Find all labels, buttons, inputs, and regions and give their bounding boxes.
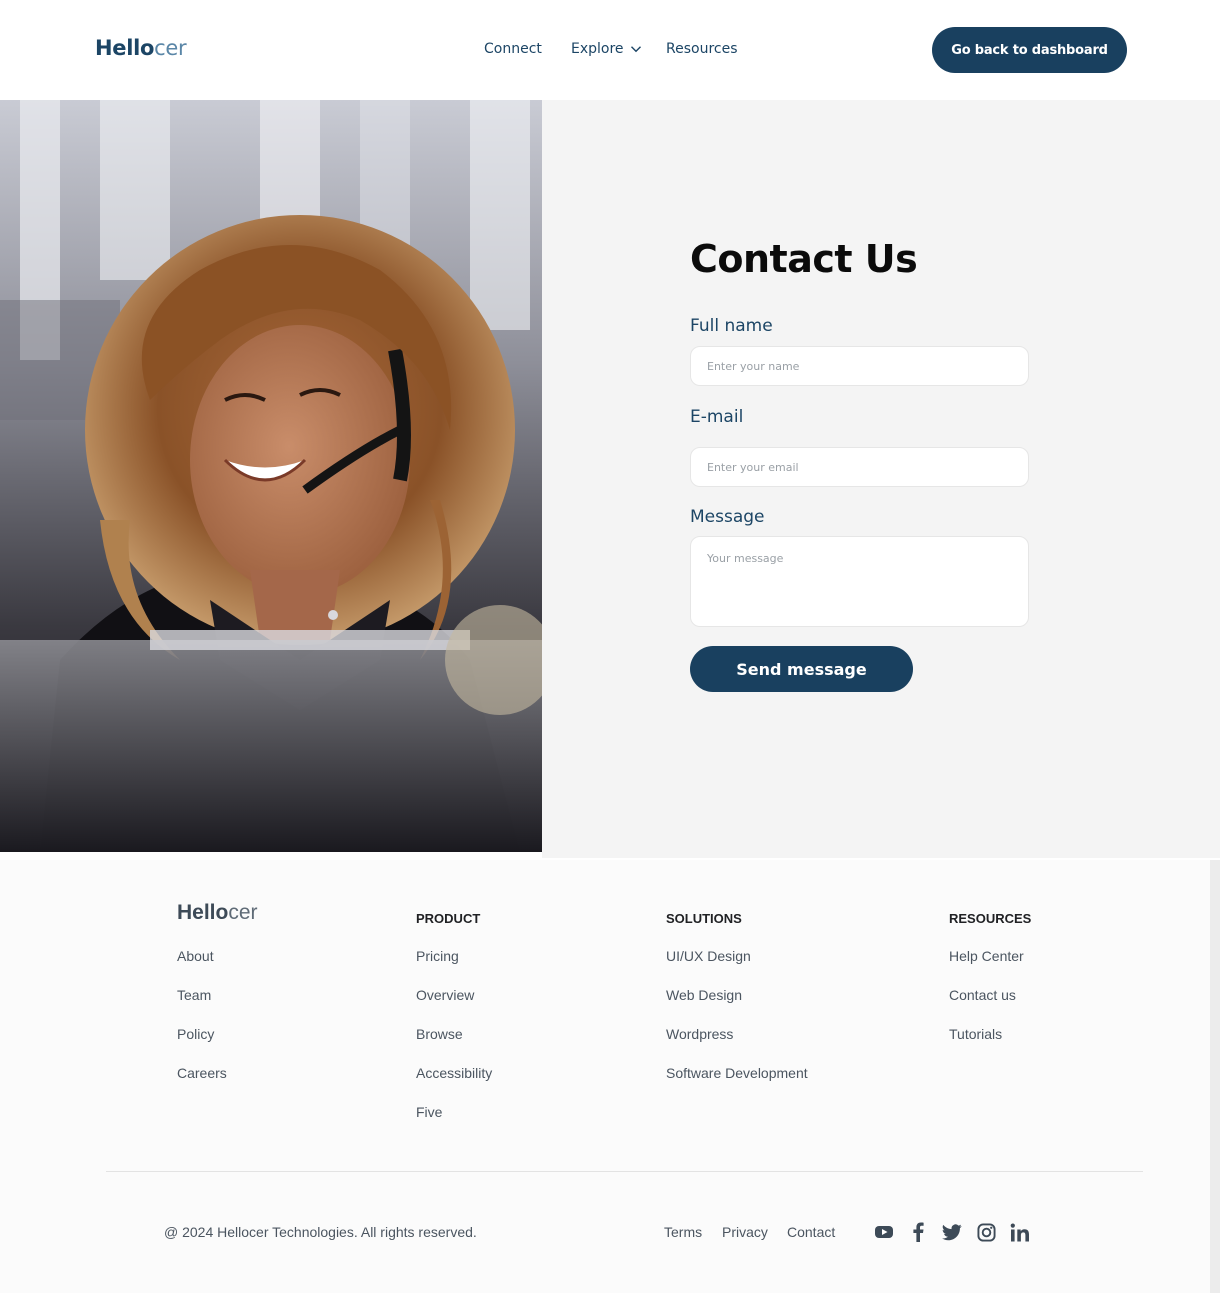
chevron-down-icon: [630, 46, 641, 53]
footer-link-contact-us[interactable]: Contact us: [949, 987, 1016, 1003]
footer-heading-product: PRODUCT: [416, 911, 481, 926]
youtube-icon[interactable]: [873, 1221, 895, 1243]
send-message-button[interactable]: Send message: [690, 646, 913, 692]
footer-link-software-development[interactable]: Software Development: [666, 1065, 808, 1081]
footer-link-accessibility[interactable]: Accessibility: [416, 1065, 492, 1081]
footer-link-team[interactable]: Team: [177, 987, 211, 1003]
footer-link-privacy[interactable]: Privacy: [722, 1224, 768, 1240]
contact-form-panel: Contact Us Full name Enter your name E-m…: [542, 100, 1220, 858]
footer-link-browse[interactable]: Browse: [416, 1026, 463, 1042]
nav-explore-label: Explore: [571, 41, 624, 57]
nav-explore-dropdown[interactable]: Explore: [571, 41, 642, 57]
support-agent-photo: [0, 100, 542, 852]
footer-link-five[interactable]: Five: [416, 1104, 442, 1120]
page-title: Contact Us: [690, 237, 918, 281]
facebook-icon[interactable]: [907, 1221, 929, 1243]
footer-link-tutorials[interactable]: Tutorials: [949, 1026, 1002, 1042]
nav-connect[interactable]: Connect: [484, 41, 542, 57]
message-label: Message: [690, 507, 765, 527]
footer-link-policy[interactable]: Policy: [177, 1026, 214, 1042]
footer-heading-resources: RESOURCES: [949, 911, 1032, 926]
footer-divider: [106, 1171, 1143, 1172]
site-header: Hellocer Connect Explore Resources Go ba…: [0, 0, 1220, 100]
footer-link-about[interactable]: About: [177, 948, 214, 964]
logo[interactable]: Hellocer: [95, 36, 187, 60]
logo-light-text: cer: [154, 36, 187, 60]
full-name-label: Full name: [690, 316, 773, 336]
footer-logo-bold-text: Hello: [177, 901, 229, 924]
twitter-icon[interactable]: [941, 1221, 963, 1243]
email-placeholder: Enter your email: [707, 460, 799, 474]
footer-logo[interactable]: Hellocer: [177, 901, 258, 925]
message-textarea[interactable]: Your message: [690, 536, 1029, 627]
copyright-text: @ 2024 Hellocer Technologies. All rights…: [164, 1224, 477, 1240]
footer-link-wordpress[interactable]: Wordpress: [666, 1026, 733, 1042]
footer-link-uiux-design[interactable]: UI/UX Design: [666, 948, 751, 964]
go-back-dashboard-button[interactable]: Go back to dashboard: [932, 27, 1127, 73]
footer-link-overview[interactable]: Overview: [416, 987, 474, 1003]
nav-resources[interactable]: Resources: [666, 41, 738, 57]
footer-link-contact[interactable]: Contact: [787, 1224, 835, 1240]
footer-link-help-center[interactable]: Help Center: [949, 948, 1024, 964]
footer-heading-solutions: SOLUTIONS: [666, 911, 742, 926]
footer-link-pricing[interactable]: Pricing: [416, 948, 459, 964]
footer-logo-light-text: cer: [228, 901, 258, 924]
email-label: E-mail: [690, 407, 744, 427]
email-input[interactable]: Enter your email: [690, 447, 1029, 487]
site-footer: Hellocer About Team Policy Careers PRODU…: [0, 860, 1210, 1293]
full-name-input[interactable]: Enter your name: [690, 346, 1029, 386]
linkedin-icon[interactable]: [1009, 1221, 1031, 1243]
instagram-icon[interactable]: [975, 1221, 997, 1243]
footer-link-web-design[interactable]: Web Design: [666, 987, 742, 1003]
footer-link-terms[interactable]: Terms: [664, 1224, 702, 1240]
scrollbar-track[interactable]: [1210, 860, 1220, 1293]
footer-link-careers[interactable]: Careers: [177, 1065, 227, 1081]
message-placeholder: Your message: [707, 552, 784, 565]
logo-bold-text: Hello: [95, 36, 155, 60]
full-name-placeholder: Enter your name: [707, 359, 800, 373]
